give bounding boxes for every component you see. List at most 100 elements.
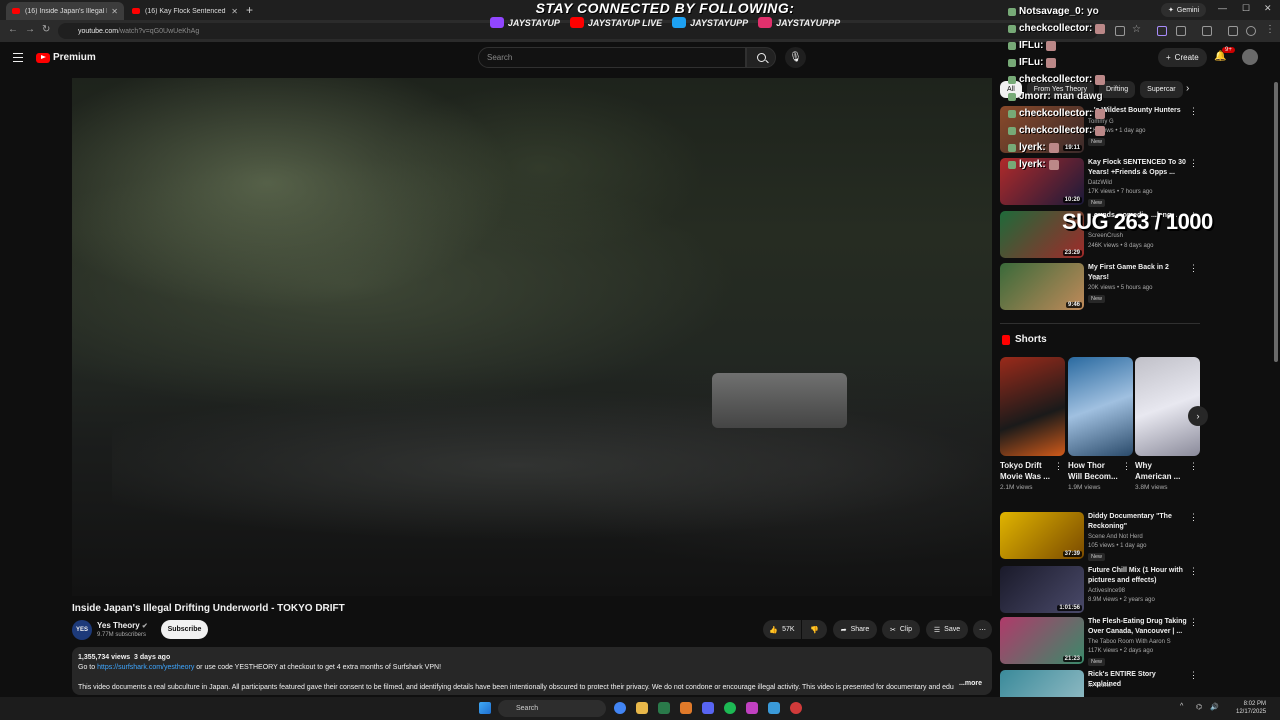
chat-badge-icon: [1008, 92, 1016, 101]
more-options-icon[interactable]: ⋮: [1189, 670, 1198, 681]
share-arrow-icon: ➦: [840, 626, 847, 634]
show-more-button[interactable]: ...more: [956, 679, 982, 689]
twitch-handle-text: JAYSTAYUP: [507, 17, 560, 28]
wifi-icon[interactable]: ⌬: [1196, 703, 1202, 711]
youtube-premium-logo[interactable]: Premium: [36, 52, 96, 63]
maximize-icon[interactable]: ☐: [1242, 3, 1250, 14]
new-tab-button[interactable]: +: [246, 3, 253, 17]
chips-next-chevron-icon[interactable]: ›: [1186, 83, 1189, 94]
stream-follow-banner: STAY CONNECTED BY FOLLOWING: JAYSTAYUP J…: [470, 0, 860, 28]
speaker-icon[interactable]: 🔊: [1210, 703, 1219, 711]
tray-chevron-icon[interactable]: ^: [1180, 703, 1183, 710]
recommended-video[interactable]: 21:23 The Flesh-Eating Drug Taking Over …: [1000, 617, 1200, 666]
subscribe-button[interactable]: Subscribe: [161, 620, 208, 639]
obs-icon[interactable]: [790, 702, 802, 714]
recommended-video[interactable]: 1:01:56 Future Chill Mix (1 Hour with pi…: [1000, 566, 1200, 614]
app-icon[interactable]: [768, 702, 780, 714]
more-options-icon[interactable]: ⋮: [1122, 461, 1131, 472]
file-explorer-icon[interactable]: [636, 702, 648, 714]
short-card[interactable]: Why American ... 3.8M views ⋮: [1135, 357, 1200, 491]
channel-name: Scene And Not Herd: [1088, 534, 1143, 540]
terminal-icon[interactable]: [658, 702, 670, 714]
browser-tab-1[interactable]: (16) Inside Japan's Illegal Drifti ✕: [6, 2, 124, 20]
chat-badge-icon: [1008, 7, 1016, 16]
video-thumbnail: 21:23: [1000, 617, 1084, 664]
minimize-icon[interactable]: —: [1218, 3, 1227, 13]
back-icon[interactable]: ←: [8, 24, 18, 35]
more-options-icon[interactable]: ⋮: [1189, 617, 1198, 628]
more-options-icon[interactable]: ⋮: [1189, 158, 1198, 169]
discord-icon[interactable]: [702, 702, 714, 714]
spotify-icon[interactable]: [724, 702, 736, 714]
surfshark-link[interactable]: https://surfshark.com/yestheory: [97, 664, 194, 671]
extensions-puzzle-icon[interactable]: [1176, 26, 1186, 36]
like-button[interactable]: 👍 57K: [763, 620, 801, 639]
sidebar-icon[interactable]: [1202, 26, 1212, 36]
photos-icon[interactable]: [746, 702, 758, 714]
more-options-icon[interactable]: ⋮: [1189, 512, 1198, 523]
gemini-button[interactable]: ✦ Gemini: [1161, 3, 1207, 17]
download-icon[interactable]: [1228, 26, 1238, 36]
taskbar-clock[interactable]: 8:02 PM 12/17/2025: [1236, 700, 1266, 716]
more-options-icon[interactable]: ⋮: [1189, 263, 1198, 274]
taskbar-search-input[interactable]: Search: [498, 700, 606, 717]
shorts-next-chevron-icon[interactable]: ›: [1188, 406, 1208, 426]
tab-title: (16) Inside Japan's Illegal Drifti: [25, 7, 107, 15]
channel-name: TTue: [1088, 276, 1102, 282]
chat-user: lyerk:: [1019, 159, 1046, 170]
video-player[interactable]: [72, 78, 992, 596]
chat-emote-icon: [1048, 142, 1059, 153]
page-scrollbar-thumb[interactable]: [1274, 82, 1278, 362]
search-input[interactable]: Search: [478, 47, 746, 68]
chat-text: man dawg: [1053, 91, 1103, 102]
forward-icon[interactable]: →: [25, 24, 35, 35]
notification-count-badge: 9+: [1222, 47, 1235, 53]
clip-button[interactable]: ✂ Clip: [882, 620, 920, 639]
more-options-icon[interactable]: ⋮: [1189, 566, 1198, 577]
more-options-icon[interactable]: ⋮: [1054, 461, 1063, 472]
short-card[interactable]: How Thor Will Becom... 1.9M views ⋮: [1068, 357, 1133, 491]
windows-start-icon[interactable]: [479, 702, 491, 714]
tab-title: (16) Kay Flock Sentenced to 2…: [145, 7, 227, 15]
chat-message: Jmorr: man dawg: [1008, 88, 1138, 105]
chat-badge-icon: [1008, 160, 1016, 169]
search-placeholder: Search: [487, 53, 513, 62]
browser-menu-icon[interactable]: ⋮: [1265, 24, 1275, 35]
share-button[interactable]: ➦ Share: [833, 620, 877, 639]
save-button[interactable]: ☰ Save: [926, 620, 968, 639]
recommended-video[interactable]: 37:39 Diddy Documentary "The Reckoning" …: [1000, 512, 1200, 561]
chip-supercar[interactable]: Supercar: [1140, 81, 1183, 98]
dislike-button[interactable]: 👎: [802, 620, 827, 639]
channel-avatar[interactable]: YES: [72, 620, 92, 640]
close-tab-icon[interactable]: ✕: [231, 7, 238, 16]
reload-icon[interactable]: ↻: [42, 24, 50, 35]
create-button[interactable]: + Create: [1158, 48, 1207, 67]
close-window-icon[interactable]: ✕: [1264, 3, 1272, 14]
recommended-video[interactable]: Rick's ENTIRE Story Explained In-Toone ⋮: [1000, 670, 1200, 697]
stream-chat-overlay: Notsavage_0: yo checkcollector: IFLu: IFL…: [1008, 3, 1138, 173]
more-actions-button[interactable]: ⋯: [973, 620, 992, 639]
more-options-icon[interactable]: ⋮: [1189, 106, 1198, 117]
video-description[interactable]: 1,355,734 views 3 days ago Go to https:/…: [72, 647, 992, 695]
browser-tab-2[interactable]: (16) Kay Flock Sentenced to 2… ✕: [126, 2, 244, 20]
chrome-icon[interactable]: [614, 702, 626, 714]
hamburger-menu-icon[interactable]: [13, 53, 23, 62]
more-options-icon[interactable]: ⋮: [1189, 461, 1198, 472]
chat-emote-icon: [1046, 40, 1057, 51]
save-label: Save: [944, 626, 961, 633]
close-tab-icon[interactable]: ✕: [111, 7, 118, 16]
profile-icon[interactable]: [1246, 26, 1256, 36]
extension-icon[interactable]: [1157, 26, 1167, 36]
voice-search-button[interactable]: 🎙: [785, 47, 806, 68]
search-button[interactable]: [746, 47, 776, 68]
chat-message: Notsavage_0: yo: [1008, 3, 1138, 20]
account-avatar[interactable]: [1242, 49, 1258, 65]
recommended-video[interactable]: 9:46 My First Game Back in 2 Years! TTue…: [1000, 263, 1200, 311]
short-card[interactable]: Tokyo Drift Movie Was ... 2.1M views ⋮: [1000, 357, 1065, 491]
duration-badge: 37:39: [1062, 551, 1082, 557]
video-meta: 117K views • 2 days ago: [1088, 648, 1154, 654]
youtube-logo-icon: [36, 52, 50, 63]
channel-name[interactable]: Yes Theory ✔: [97, 621, 148, 630]
chat-badge-icon: [1008, 126, 1016, 135]
app-icon[interactable]: [680, 702, 692, 714]
